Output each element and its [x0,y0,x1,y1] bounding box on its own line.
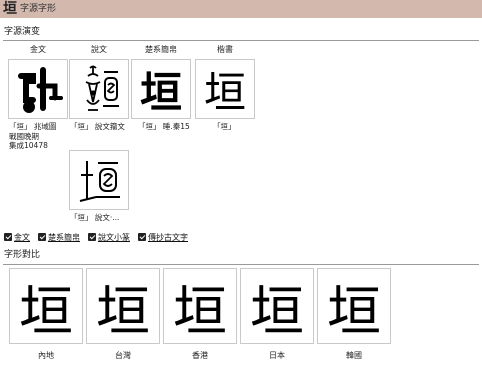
header-character: 垣 [3,1,17,17]
caption-shuowen: 「垣」 說文籀文 [70,122,125,131]
region-label-korea: 韓國 [346,351,362,360]
japan-glyph: 垣 [250,279,304,343]
link-check-icon [38,233,46,241]
link-chuanchao[interactable]: 傳抄古文字 [148,232,188,243]
link-check-icon [138,233,146,241]
xiaozhuan-glyph [79,161,120,202]
hongkong-glyph: 垣 [173,279,227,343]
column-label-kaishu: 楷書 [217,45,233,54]
caption-chuxi: 「垣」 睡.秦15 [138,122,190,131]
evolution-title: 字源演变 [4,27,41,37]
glyph-box-shuowen[interactable] [69,59,129,119]
korea-glyph: 垣 [327,279,381,343]
mainland-glyph: 垣 [19,279,73,343]
shuowen-glyph [85,65,119,111]
glyph-box-japan[interactable]: 垣 [240,268,314,344]
evolution-divider [3,40,479,41]
caption-kaishu: 「垣」 [213,122,236,131]
link-shuowen-xiaozhuan[interactable]: 說文小篆 [98,232,130,243]
caption-jinwen: 「垣」 兆域圖 戰國晚期 集成10478 [9,122,57,150]
region-label-japan: 日本 [269,351,285,360]
column-label-shuowen: 說文 [91,45,107,54]
header-bar: 垣 字源字形 [0,0,482,18]
comparison-title: 字形對比 [4,250,41,260]
comparison-divider [3,264,479,265]
link-check-icon [88,233,96,241]
region-label-hongkong: 香港 [192,351,208,360]
caption-xiaozhuan: 「垣」 說文‧... [70,213,120,222]
link-chuxi[interactable]: 楚系簡帛 [48,232,80,243]
glyph-box-kaishu[interactable]: 垣 [195,59,255,119]
chuxi-glyph: 垣 [139,67,182,117]
glyph-box-korea[interactable]: 垣 [317,268,391,344]
region-label-mainland: 內地 [38,351,54,360]
taiwan-glyph: 垣 [96,279,150,343]
jinwen-glyph [18,67,63,113]
glyph-box-xiaozhuan[interactable] [69,150,129,210]
glyph-box-mainland[interactable]: 垣 [9,268,83,344]
link-jinwen[interactable]: 金文 [14,232,30,243]
glyph-box-hongkong[interactable]: 垣 [163,268,237,344]
glyph-box-taiwan[interactable]: 垣 [86,268,160,344]
column-label-jinwen: 金文 [30,45,46,54]
glyph-box-chuxi[interactable]: 垣 [131,59,191,119]
link-check-icon [4,233,12,241]
kaishu-glyph: 垣 [203,67,246,117]
column-label-chuxi: 楚系簡帛 [145,45,177,54]
header-title: 字源字形 [20,4,57,14]
region-label-taiwan: 台灣 [115,351,131,360]
glyph-box-jinwen[interactable] [8,59,68,119]
